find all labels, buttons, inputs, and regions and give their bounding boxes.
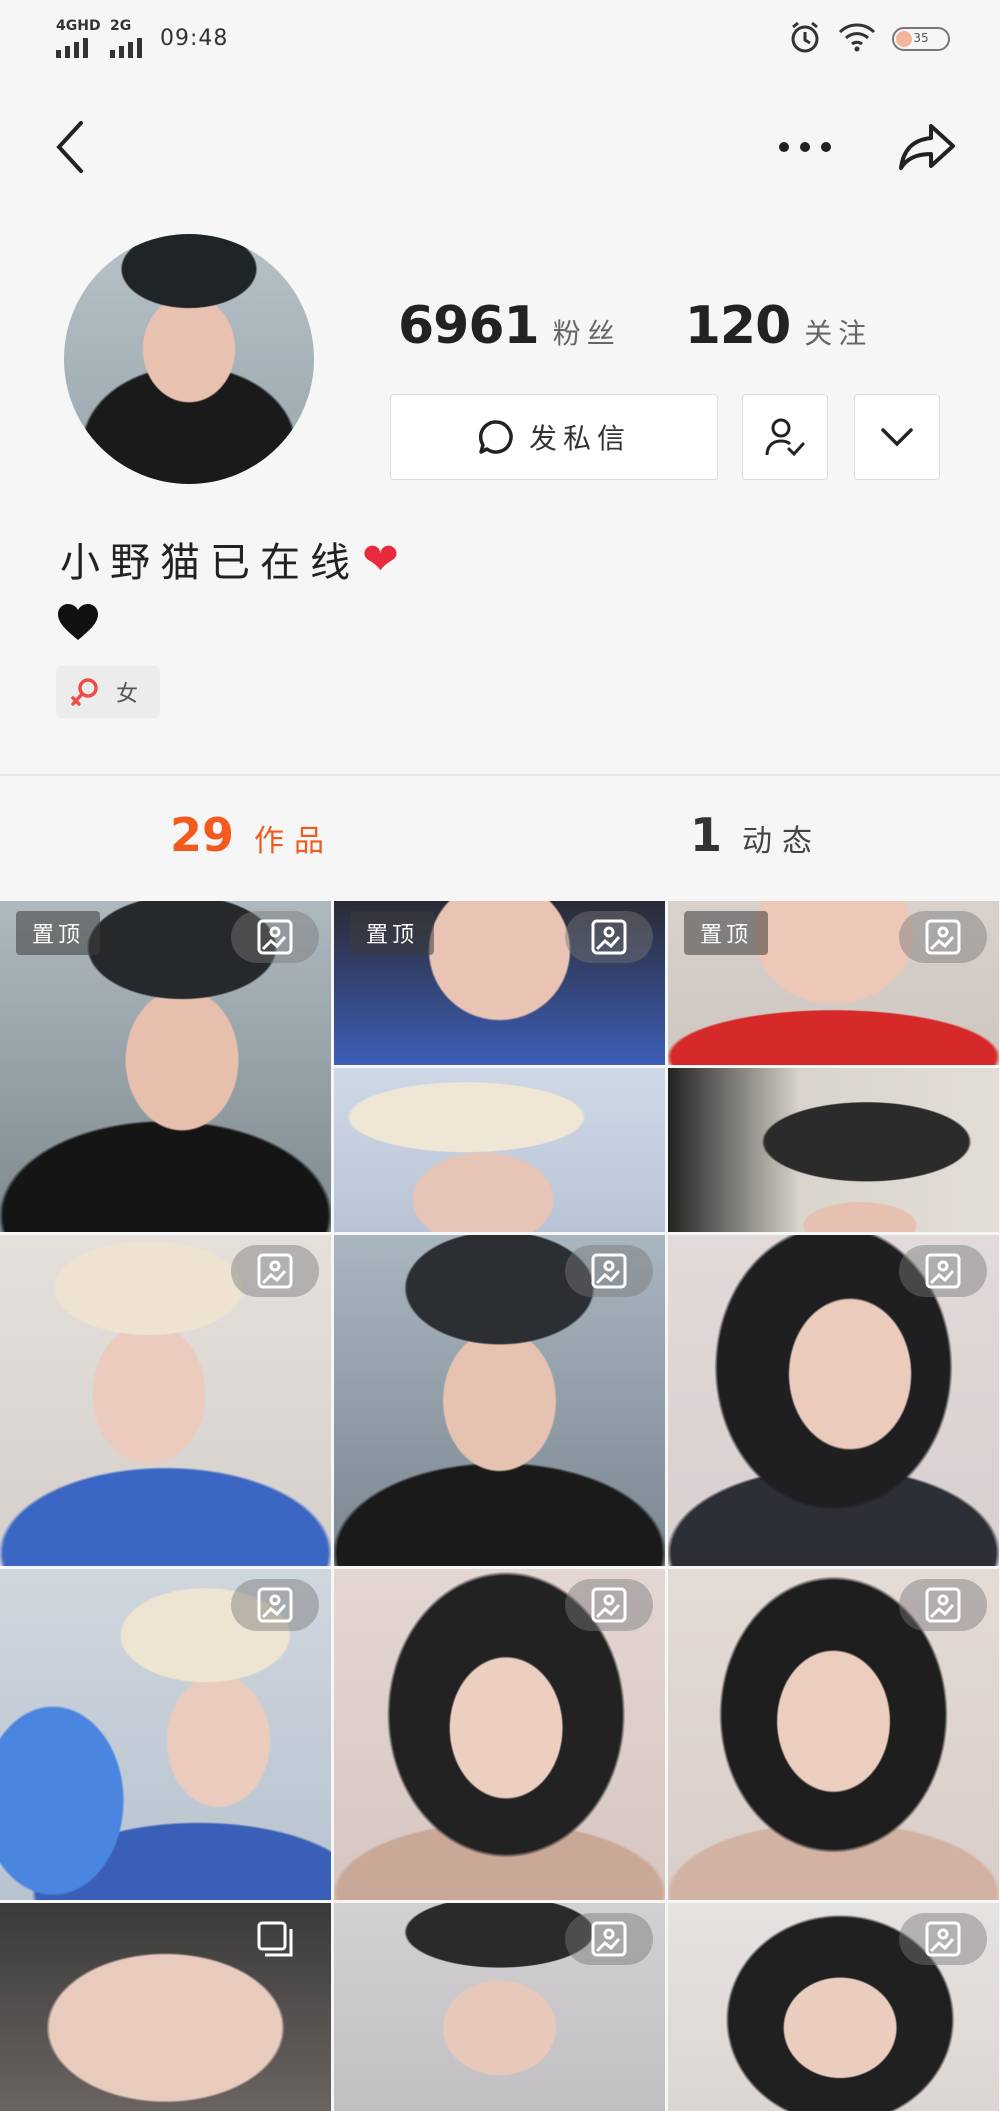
pinned-badge: 置顶 (16, 911, 100, 955)
share-icon (899, 124, 955, 170)
photo-icon (899, 1245, 987, 1297)
clock-time: 09:48 (160, 26, 229, 51)
grid-item[interactable] (334, 1569, 665, 1900)
female-symbol-icon (71, 678, 98, 706)
grid-item[interactable] (334, 1235, 665, 1566)
back-chevron-icon (56, 121, 83, 173)
battery-indicator: 35 (892, 27, 950, 51)
pinned-badge: 置顶 (684, 911, 768, 955)
black-heart-emoji (58, 604, 98, 640)
grid-item[interactable] (668, 1235, 999, 1566)
grid-item[interactable] (668, 1569, 999, 1900)
grid-item[interactable]: 置顶 (668, 901, 999, 1232)
share-button[interactable] (892, 112, 962, 182)
alarm-icon (788, 20, 822, 58)
followers-label[interactable]: 粉丝 (553, 312, 621, 352)
grid-item[interactable]: 置顶 (334, 901, 665, 1232)
pinned-badge: 置顶 (350, 911, 434, 955)
photo-icon (899, 911, 987, 963)
bio-line-2: 🖤 (56, 602, 100, 646)
section-divider (0, 774, 1000, 776)
top-nav (0, 100, 1000, 200)
photo-icon (231, 1245, 319, 1297)
grid-item[interactable] (0, 1569, 331, 1900)
more-options-dropdown[interactable] (854, 394, 940, 480)
grid-item[interactable]: 置顶 (0, 901, 331, 1232)
follow-status-button[interactable] (742, 394, 828, 480)
chat-bubble-icon (478, 420, 513, 454)
more-button[interactable] (770, 112, 840, 182)
send-message-label: 发私信 (528, 422, 631, 455)
profile-stats: 6961 粉丝 120 关注 (398, 296, 872, 356)
photo-icon (231, 1579, 319, 1631)
photo-icon (565, 1579, 653, 1631)
followers-count[interactable]: 6961 (398, 296, 540, 356)
photo-icon (899, 1579, 987, 1631)
photo-icon (565, 1245, 653, 1297)
photo-icon (899, 1913, 987, 1965)
user-check-icon (765, 418, 805, 457)
heart-emoji: ❤ (362, 533, 409, 585)
avatar[interactable] (64, 234, 314, 484)
gender-tag: 女 (56, 666, 160, 718)
grid-item[interactable] (668, 1903, 999, 2111)
chevron-down-icon (881, 428, 913, 447)
status-bar: 4GHD 2G 09:48 35 (0, 0, 1000, 80)
bio-text: 小野猫已在线 ❤ (60, 533, 409, 587)
tab-moments[interactable]: 1 动态 (690, 808, 822, 862)
back-button[interactable] (36, 112, 106, 182)
photo-icon (231, 911, 319, 963)
multi-image-icon (231, 1913, 319, 1965)
gender-label: 女 (116, 682, 139, 707)
grid-item[interactable] (334, 1903, 665, 2111)
send-message-button[interactable]: 发私信 (390, 394, 718, 480)
following-count[interactable]: 120 (685, 296, 792, 356)
grid-item[interactable] (0, 1235, 331, 1566)
following-label[interactable]: 关注 (804, 312, 872, 352)
grid-item[interactable] (0, 1903, 331, 2111)
photo-icon (565, 911, 653, 963)
more-dots-icon (779, 142, 831, 152)
tab-works[interactable]: 29 作品 (170, 808, 334, 862)
photo-icon (565, 1913, 653, 1965)
wifi-icon (838, 22, 876, 56)
